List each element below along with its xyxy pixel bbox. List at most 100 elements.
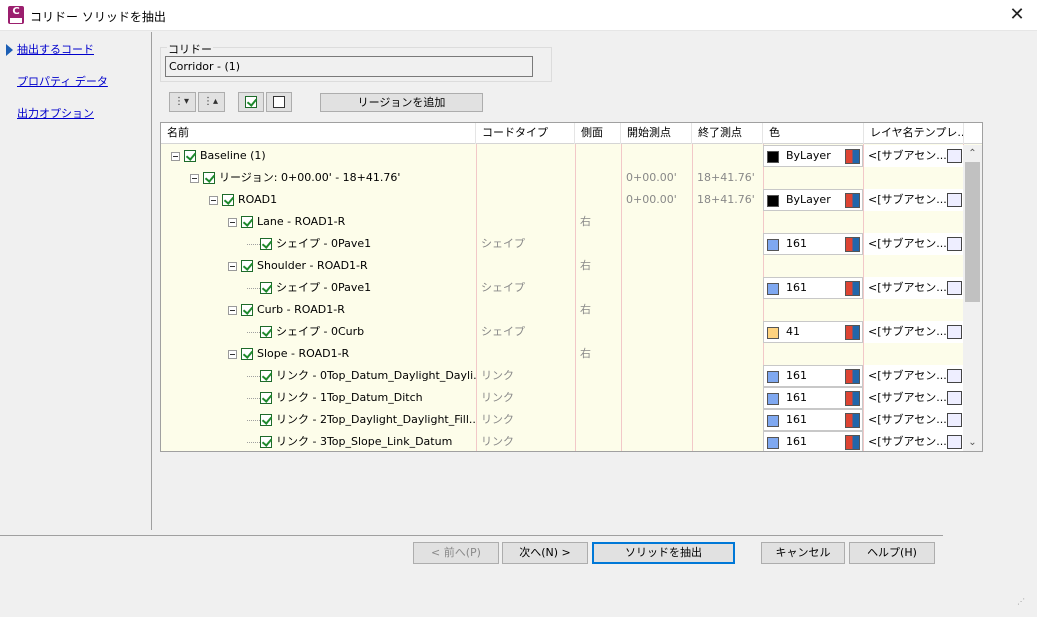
layer-template-cell[interactable]: <[サブアセン...: [864, 189, 964, 211]
layer-template-cell[interactable]: <[サブアセン...: [864, 321, 964, 343]
row-checkbox[interactable]: [260, 326, 272, 338]
layer-editor-icon[interactable]: [947, 149, 962, 163]
layer-template-cell[interactable]: <[サブアセン...: [864, 145, 964, 167]
color-selector[interactable]: ByLayer: [763, 189, 863, 211]
table-row[interactable]: リージョン: 0+00.00' - 18+41.76' 0+00.00' 18+41…: [161, 167, 964, 189]
color-picker-icon[interactable]: [845, 325, 860, 340]
collapse-all-button[interactable]: ⋮▴: [198, 92, 225, 112]
back-button[interactable]: < 前へ(P): [413, 542, 499, 564]
close-icon[interactable]: ✕: [1005, 3, 1029, 27]
collapse-icon[interactable]: [228, 217, 237, 227]
nav-item-output-options[interactable]: 出力オプション: [17, 105, 94, 121]
layer-editor-icon[interactable]: [947, 413, 962, 427]
layer-template-cell[interactable]: <[サブアセン...: [864, 387, 964, 409]
layer-template-cell[interactable]: <[サブアセン...: [864, 431, 964, 451]
nav-item-codes[interactable]: 抽出するコード: [17, 41, 94, 57]
table-row[interactable]: Shoulder - ROAD1-R 右: [161, 255, 964, 277]
scroll-down-icon[interactable]: ⌄: [963, 434, 982, 451]
table-row[interactable]: Lane - ROAD1-R 右: [161, 211, 964, 233]
header-end-station[interactable]: 終了測点: [692, 123, 763, 144]
collapse-icon[interactable]: [228, 261, 237, 271]
layer-template-cell[interactable]: <[サブアセン...: [864, 409, 964, 431]
row-checkbox[interactable]: [260, 414, 272, 426]
corridor-field[interactable]: Corridor - (1): [165, 56, 533, 77]
row-checkbox[interactable]: [184, 150, 196, 162]
layer-template-cell[interactable]: <[サブアセン...: [864, 365, 964, 387]
row-checkbox[interactable]: [260, 238, 272, 250]
table-row[interactable]: リンク - 3Top_Slope_Link_Datum リンク 161 <[サブアセン…: [161, 431, 964, 451]
layer-editor-icon[interactable]: [947, 391, 962, 405]
table-row[interactable]: ROAD1 0+00.00' 18+41.76' ByLayer <[サブアセン...: [161, 189, 964, 211]
header-color[interactable]: 色: [763, 123, 864, 144]
row-checkbox[interactable]: [260, 370, 272, 382]
collapse-icon[interactable]: [171, 151, 180, 161]
collapse-icon[interactable]: [228, 305, 237, 315]
row-checkbox[interactable]: [260, 436, 272, 448]
row-checkbox[interactable]: [241, 304, 253, 316]
header-layer-template[interactable]: レイヤ名テンプレ...: [864, 123, 964, 144]
layer-editor-icon[interactable]: [947, 369, 962, 383]
extract-solids-button[interactable]: ソリッドを抽出: [592, 542, 735, 564]
layer-editor-icon[interactable]: [947, 435, 962, 449]
table-row[interactable]: シェイプ - 0Pave1 シェイプ 161 <[サブアセン...: [161, 277, 964, 299]
row-checkbox[interactable]: [241, 260, 253, 272]
table-row[interactable]: リンク - 0Top_Datum_Daylight_Dayli... リンク 161…: [161, 365, 964, 387]
check-all-button[interactable]: [238, 92, 264, 112]
color-picker-icon[interactable]: [845, 391, 860, 406]
table-row[interactable]: Curb - ROAD1-R 右: [161, 299, 964, 321]
row-checkbox[interactable]: [222, 194, 234, 206]
color-selector[interactable]: 161: [763, 387, 863, 409]
layer-template-cell[interactable]: <[サブアセン...: [864, 277, 964, 299]
color-picker-icon[interactable]: [845, 435, 860, 450]
collapse-icon[interactable]: [228, 349, 237, 359]
header-start-station[interactable]: 開始測点: [621, 123, 692, 144]
color-picker-icon[interactable]: [845, 369, 860, 384]
color-picker-icon[interactable]: [845, 237, 860, 252]
color-selector[interactable]: 161: [763, 365, 863, 387]
next-button[interactable]: 次へ(N) >: [502, 542, 588, 564]
expand-all-button[interactable]: ⋮▾: [169, 92, 196, 112]
color-selector[interactable]: 161: [763, 409, 863, 431]
table-row[interactable]: シェイプ - 0Pave1 シェイプ 161 <[サブアセン...: [161, 233, 964, 255]
table-row[interactable]: リンク - 1Top_Datum_Ditch リンク 161 <[サブアセン...: [161, 387, 964, 409]
color-selector[interactable]: ByLayer: [763, 145, 863, 167]
cancel-button[interactable]: キャンセル: [761, 542, 845, 564]
nav-item-property-data[interactable]: プロパティ データ: [17, 73, 108, 89]
collapse-icon[interactable]: [190, 173, 199, 183]
help-button[interactable]: ヘルプ(H): [849, 542, 935, 564]
table-row[interactable]: Baseline (1) ByLayer <[サブアセン...: [161, 145, 964, 167]
layer-editor-icon[interactable]: [947, 281, 962, 295]
row-checkbox[interactable]: [260, 392, 272, 404]
layer-template-label: <[サブアセン...: [868, 413, 947, 426]
collapse-icon[interactable]: [209, 195, 218, 205]
uncheck-all-button[interactable]: [266, 92, 292, 112]
table-row[interactable]: シェイプ - 0Curb シェイプ 41 <[サブアセン...: [161, 321, 964, 343]
color-selector[interactable]: 41: [763, 321, 863, 343]
header-side[interactable]: 側面: [575, 123, 621, 144]
header-code-type[interactable]: コードタイプ: [476, 123, 575, 144]
color-selector[interactable]: 161: [763, 277, 863, 299]
layer-template-cell[interactable]: <[サブアセン...: [864, 233, 964, 255]
color-picker-icon[interactable]: [845, 413, 860, 428]
header-name[interactable]: 名前: [161, 123, 476, 144]
resize-grip-icon[interactable]: ⋰: [1017, 597, 1025, 606]
layer-editor-icon[interactable]: [947, 237, 962, 251]
row-checkbox[interactable]: [241, 348, 253, 360]
scroll-thumb[interactable]: [965, 162, 980, 302]
table-row[interactable]: Slope - ROAD1-R 右: [161, 343, 964, 365]
add-region-button[interactable]: リージョンを追加: [320, 93, 483, 112]
color-picker-icon[interactable]: [845, 193, 860, 208]
row-checkbox[interactable]: [260, 282, 272, 294]
row-checkbox[interactable]: [241, 216, 253, 228]
layer-editor-icon[interactable]: [947, 325, 962, 339]
scroll-up-icon[interactable]: ⌃: [963, 145, 982, 162]
row-name: リンク - 2Top_Daylight_Daylight_Fill...: [276, 413, 476, 426]
grid-vertical-scrollbar[interactable]: ⌃ ⌄: [963, 145, 982, 451]
layer-editor-icon[interactable]: [947, 193, 962, 207]
row-checkbox[interactable]: [203, 172, 215, 184]
color-selector[interactable]: 161: [763, 431, 863, 451]
color-picker-icon[interactable]: [845, 149, 860, 164]
table-row[interactable]: リンク - 2Top_Daylight_Daylight_Fill... リンク 1…: [161, 409, 964, 431]
color-selector[interactable]: 161: [763, 233, 863, 255]
color-picker-icon[interactable]: [845, 281, 860, 296]
